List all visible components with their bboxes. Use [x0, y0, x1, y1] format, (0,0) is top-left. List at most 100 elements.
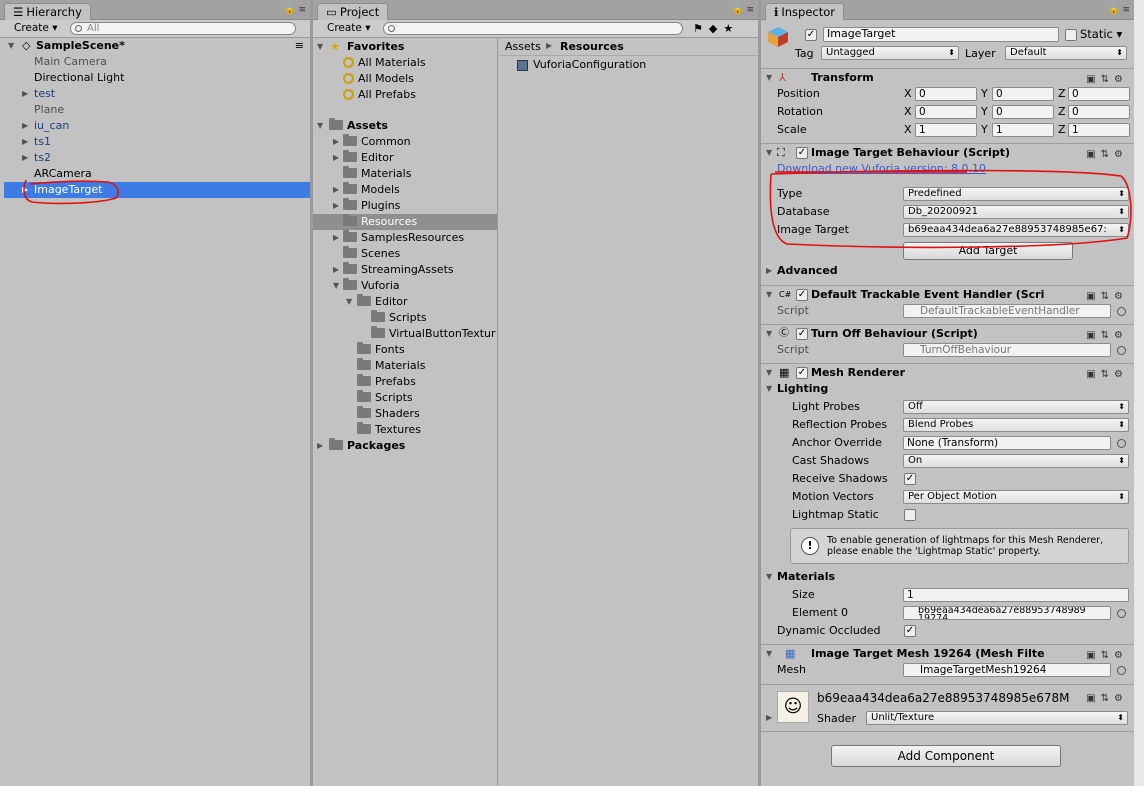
advanced-foldout[interactable]: ▶ Advanced	[761, 262, 1134, 280]
hierarchy-search-input[interactable]: All	[70, 22, 296, 35]
tab-menu-icon[interactable]: 🔒 ≡	[1108, 5, 1130, 15]
expand-arrow-icon[interactable]: ▼	[317, 118, 323, 134]
hierarchy-tab[interactable]: ☰ Hierarchy	[4, 3, 91, 20]
folder-item[interactable]: Prefabs	[313, 374, 497, 390]
folder-item[interactable]: Scripts	[313, 310, 497, 326]
expand-arrow-icon[interactable]: ▶	[333, 262, 339, 278]
component-enabled-checkbox[interactable]: ✓	[796, 147, 808, 159]
lighting-foldout[interactable]: ▼ Lighting	[761, 380, 1134, 398]
component-enabled-checkbox[interactable]: ✓	[796, 367, 808, 379]
folder-item[interactable]: ▶ StreamingAssets	[313, 262, 497, 278]
favorite-item[interactable]: All Prefabs	[313, 87, 497, 103]
expand-arrow-icon[interactable]: ▼	[333, 278, 339, 294]
expand-arrow-icon[interactable]: ▶	[317, 438, 323, 454]
light-probes-dropdown[interactable]: Off	[903, 400, 1129, 414]
shader-dropdown[interactable]: Unlit/Texture	[866, 711, 1128, 725]
folder-item[interactable]: Materials	[313, 166, 497, 182]
project-search-input[interactable]	[383, 22, 683, 35]
static-checkbox[interactable]	[1065, 29, 1077, 41]
object-name-input[interactable]: ImageTarget	[823, 27, 1059, 42]
breadcrumb-item[interactable]: Resources	[560, 40, 624, 53]
hierarchy-item[interactable]: Directional Light	[0, 70, 310, 86]
layer-dropdown[interactable]: Default	[1005, 46, 1127, 60]
folder-item[interactable]: ▶ Plugins	[313, 198, 497, 214]
project-create-button[interactable]: Create ▾	[321, 21, 377, 36]
expand-arrow-icon[interactable]: ▼	[766, 380, 772, 398]
transform-header[interactable]: ▼ ⅄ Transform ▣⇅⚙	[761, 68, 1134, 86]
folder-item[interactable]: ▼ Editor	[313, 294, 497, 310]
image-target-header[interactable]: ▼ ⛶ ✓ Image Target Behaviour (Script) ▣⇅…	[761, 143, 1134, 161]
position-z-input[interactable]: 0	[1068, 87, 1130, 101]
expand-arrow-icon[interactable]: ▶	[333, 230, 339, 246]
motion-vectors-dropdown[interactable]: Per Object Motion	[903, 490, 1129, 504]
folder-item[interactable]: ▶ SamplesResources	[313, 230, 497, 246]
breadcrumb-item[interactable]: Assets	[505, 40, 541, 53]
object-picker-icon[interactable]	[1117, 666, 1126, 675]
folder-item-selected[interactable]: Resources	[313, 214, 497, 230]
folder-item[interactable]: Fonts	[313, 342, 497, 358]
expand-arrow-icon[interactable]: ▼	[766, 568, 772, 586]
hierarchy-item[interactable]: Main Camera	[0, 54, 310, 70]
expand-arrow-icon[interactable]: ▶	[333, 198, 339, 214]
turnoff-header[interactable]: ▼ Ⓒ ✓ Turn Off Behaviour (Script) ▣⇅⚙	[761, 324, 1134, 342]
active-checkbox[interactable]: ✓	[805, 29, 817, 41]
expand-arrow-icon[interactable]: ▶	[766, 262, 772, 280]
expand-arrow-icon[interactable]: ▶	[22, 86, 28, 102]
lightmap-static-checkbox[interactable]	[904, 509, 916, 521]
favorite-item[interactable]: All Materials	[313, 55, 497, 71]
hierarchy-create-button[interactable]: Create ▾	[8, 21, 64, 36]
scale-z-input[interactable]: 1	[1068, 123, 1130, 137]
element-0-field[interactable]: b69eaa434dea6a27e88953748989 19274	[903, 606, 1111, 620]
tag-dropdown[interactable]: Untagged	[821, 46, 959, 60]
hierarchy-item[interactable]: ▶ test	[0, 86, 310, 102]
assets-row[interactable]: ▼ Assets	[313, 118, 497, 134]
materials-foldout[interactable]: ▼ Materials	[761, 568, 1134, 586]
inspector-tab[interactable]: ℹ Inspector	[765, 3, 845, 20]
position-x-input[interactable]: 0	[915, 87, 977, 101]
rotation-z-input[interactable]: 0	[1068, 105, 1130, 119]
component-enabled-checkbox[interactable]: ✓	[796, 328, 808, 340]
expand-arrow-icon[interactable]: ▶	[333, 134, 339, 150]
expand-arrow-icon[interactable]: ▶	[22, 118, 28, 134]
folder-item[interactable]: ▶ Common	[313, 134, 497, 150]
scene-menu-icon[interactable]: ≡	[295, 38, 304, 54]
folder-item[interactable]: Shaders	[313, 406, 497, 422]
expand-arrow-icon[interactable]: ▶	[22, 150, 28, 166]
expand-arrow-icon[interactable]: ▶	[333, 182, 339, 198]
object-picker-icon[interactable]	[1117, 439, 1126, 448]
mesh-filter-header[interactable]: ▼ ▦ Image Target Mesh 19264 (Mesh Filte …	[761, 644, 1134, 662]
folder-item[interactable]: Textures	[313, 422, 497, 438]
trackable-handler-header[interactable]: ▼ C# ✓ Default Trackable Event Handler (…	[761, 285, 1134, 303]
hierarchy-item[interactable]: ▶ ts1	[0, 134, 310, 150]
dynamic-occluded-checkbox[interactable]: ✓	[904, 625, 916, 637]
tab-menu-icon[interactable]: 🔒 ≡	[284, 5, 306, 15]
expand-arrow-icon[interactable]: ▶	[22, 134, 28, 150]
mesh-field[interactable]: ImageTargetMesh19264	[903, 663, 1111, 677]
component-menu-icons[interactable]: ▣⇅⚙	[1086, 693, 1128, 704]
rotation-y-input[interactable]: 0	[992, 105, 1054, 119]
expand-arrow-icon[interactable]: ▼	[766, 144, 772, 162]
folder-item[interactable]: ▶ Models	[313, 182, 497, 198]
folder-item[interactable]: Materials	[313, 358, 497, 374]
folder-item[interactable]: ▶ Editor	[313, 150, 497, 166]
component-enabled-checkbox[interactable]: ✓	[796, 289, 808, 301]
receive-shadows-checkbox[interactable]: ✓	[904, 473, 916, 485]
scene-row[interactable]: ▼ ◇ SampleScene* ≡	[0, 38, 310, 54]
folder-item[interactable]: ▼ Vuforia	[313, 278, 497, 294]
expand-arrow-icon[interactable]: ▶	[766, 713, 772, 722]
folder-item[interactable]: VirtualButtonTextur	[313, 326, 497, 342]
materials-size-input[interactable]: 1	[903, 588, 1129, 602]
expand-arrow-icon[interactable]: ▼	[8, 38, 14, 54]
project-tab[interactable]: ▭ Project	[317, 3, 389, 20]
folder-item[interactable]: Scenes	[313, 246, 497, 262]
favorites-row[interactable]: ▼ ★ Favorites	[313, 39, 497, 55]
folder-item[interactable]: Scripts	[313, 390, 497, 406]
rotation-x-input[interactable]: 0	[915, 105, 977, 119]
anchor-override-field[interactable]: None (Transform)	[903, 436, 1111, 450]
expand-arrow-icon[interactable]: ▶	[333, 150, 339, 166]
favorite-item[interactable]: All Models	[313, 71, 497, 87]
expand-arrow-icon[interactable]: ▼	[346, 294, 352, 310]
reflection-probes-dropdown[interactable]: Blend Probes	[903, 418, 1129, 432]
tab-menu-icon[interactable]: 🔒 ≡	[732, 5, 754, 15]
filter-icons[interactable]: ⚑◆★	[693, 22, 739, 35]
